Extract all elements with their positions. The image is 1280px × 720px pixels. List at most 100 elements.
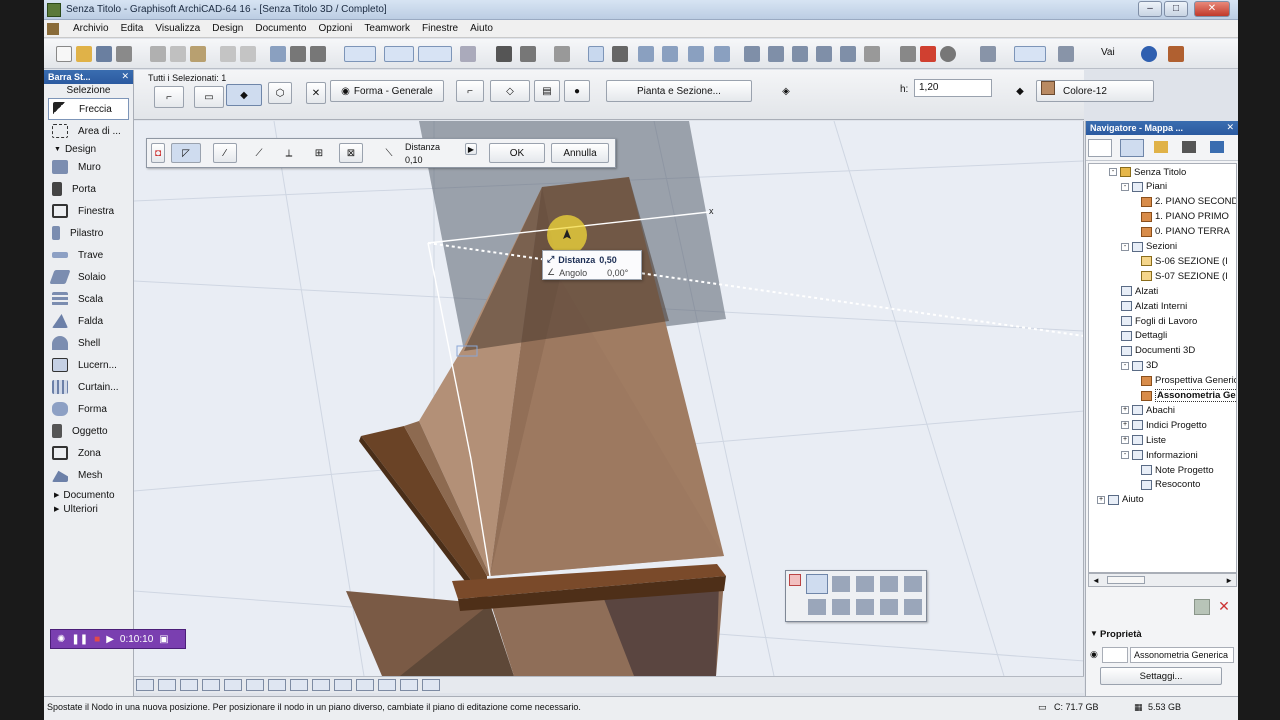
special-snap-icon[interactable] [806, 574, 828, 594]
rotate-icon[interactable] [714, 46, 730, 62]
publisher-icon[interactable] [1182, 141, 1196, 153]
distribute-icon[interactable] [520, 46, 536, 62]
snap-center-icon[interactable] [808, 599, 826, 615]
tool-shell[interactable]: Shell [44, 332, 133, 354]
elevate-icon[interactable] [638, 46, 654, 62]
magic-wand-icon[interactable] [344, 46, 376, 62]
tree-item[interactable]: Prospettiva Generica [1141, 374, 1236, 388]
3d-window-icon[interactable] [1014, 46, 1046, 62]
tree-item[interactable]: - Piani [1121, 180, 1167, 194]
snap-pen-icon[interactable] [904, 576, 922, 592]
snap-fraction-icon[interactable] [856, 599, 874, 615]
view-name-field[interactable]: Assonometria Generica [1130, 647, 1234, 663]
minimize-button[interactable]: – [1138, 1, 1162, 17]
cutaway-icon[interactable] [356, 679, 374, 691]
save-icon[interactable] [96, 46, 112, 62]
chamfer-icon[interactable]: ⟂ [277, 143, 301, 163]
tree-item[interactable]: + Indici Progetto [1121, 418, 1207, 432]
delete-icon[interactable]: ✕ [1216, 599, 1232, 615]
zoom-in-icon[interactable] [224, 679, 242, 691]
open-folder-icon[interactable] [76, 46, 92, 62]
menu-design[interactable]: Design [212, 23, 243, 34]
settaggi-button[interactable]: Settaggi... [1100, 667, 1222, 685]
transform-icon[interactable]: ⊠ [339, 143, 363, 163]
sphere-icon[interactable] [940, 46, 956, 62]
polygon-icon[interactable]: ◇ [490, 80, 530, 102]
zoom-window-icon[interactable] [158, 679, 176, 691]
find-select-icon[interactable] [270, 46, 286, 62]
tree-item[interactable]: - Sezioni [1121, 240, 1177, 254]
geometry-method-icon[interactable]: ⌐ [154, 86, 184, 108]
print-icon[interactable] [116, 46, 132, 62]
tool-oggetto[interactable]: Oggetto [44, 420, 133, 442]
tree-item[interactable]: Alzati Interni [1121, 299, 1187, 313]
drag-node-icon[interactable]: ◸ [171, 143, 201, 163]
tree-item[interactable]: S-06 SEZIONE (I [1141, 254, 1228, 268]
tree-item[interactable]: 1. PIANO PRIMO [1141, 210, 1229, 224]
tracker-angolo-value[interactable]: 0,00° [607, 268, 628, 278]
tool-curtain-wall[interactable]: Curtain... [44, 376, 133, 398]
document-menu-icon[interactable] [47, 23, 59, 35]
eraser-icon[interactable]: ◆ [226, 84, 262, 106]
tree-item[interactable]: Documenti 3D [1121, 344, 1195, 358]
tree-item[interactable]: Fogli di Lavoro [1121, 314, 1197, 328]
tool-finestra[interactable]: Finestra [44, 200, 133, 222]
pianta-sezione-button[interactable]: Pianta e Sezione... [606, 80, 752, 102]
layout-book-icon[interactable] [1154, 141, 1168, 153]
tree-item[interactable]: + Abachi [1121, 403, 1175, 417]
offset-edge-icon[interactable]: ∕ [213, 143, 237, 163]
tool-falda[interactable]: Falda [44, 310, 133, 332]
tree-item[interactable]: Note Progetto [1141, 463, 1214, 477]
ok-button[interactable]: OK [489, 143, 545, 163]
pan-icon[interactable] [268, 679, 286, 691]
scrollbar-thumb[interactable] [1107, 576, 1145, 584]
crossed-lines-icon[interactable]: ✕ [306, 82, 326, 104]
group-icon[interactable] [554, 46, 570, 62]
expand-icon[interactable]: + [1121, 421, 1129, 430]
new-file-icon[interactable] [56, 46, 72, 62]
view-map-icon[interactable] [1120, 139, 1144, 157]
next-zoom-icon[interactable] [202, 679, 220, 691]
collapse-icon[interactable]: - [1121, 182, 1129, 191]
triangle-down-icon[interactable]: ▼ [1090, 629, 1098, 638]
distanza-value[interactable]: 0,10 [405, 155, 423, 165]
collapse-icon[interactable]: - [1109, 168, 1117, 176]
group-design[interactable]: ▼ Design [44, 142, 133, 156]
3d-viewport[interactable]: x [134, 121, 1084, 676]
curve-edge-icon[interactable]: ⟋ [247, 143, 271, 163]
walk-mode-icon[interactable] [334, 679, 352, 691]
tracker-distanza-value[interactable]: 0,50 [599, 255, 617, 265]
expand-icon[interactable]: + [1121, 406, 1129, 415]
cut-icon[interactable] [150, 46, 166, 62]
horizontal-scrollbar[interactable]: ◄ ► [1088, 573, 1237, 587]
stretch-icon[interactable]: ⊞ [307, 143, 331, 163]
tree-item[interactable]: - Informazioni [1121, 448, 1198, 462]
tool-lucernario[interactable]: Lucern... [44, 354, 133, 376]
maximize-button[interactable]: □ [1164, 1, 1188, 17]
globe-icon[interactable] [1141, 46, 1157, 62]
rectangle-method-icon[interactable]: ▭ [194, 86, 224, 108]
frame-icon[interactable]: ▤ [534, 80, 560, 102]
close-icon[interactable]: ◘ [151, 143, 165, 163]
mirror-icon[interactable] [744, 46, 760, 62]
snap-perpendicular-icon[interactable] [856, 576, 874, 592]
tool-forma[interactable]: Forma [44, 398, 133, 420]
menu-documento[interactable]: Documento [255, 23, 306, 34]
visibility-icon[interactable]: ◉ [1090, 649, 1098, 660]
forma-generale-dropdown[interactable]: ◉ Forma - Generale [330, 80, 444, 102]
edge-profile-icon[interactable]: ⌐ [456, 80, 484, 102]
snap-edge-icon[interactable] [880, 576, 898, 592]
lock-icon[interactable] [612, 46, 628, 62]
new-view-icon[interactable] [1194, 599, 1210, 615]
pause-icon[interactable]: ❚❚ [71, 634, 88, 645]
snap-divide-icon[interactable] [880, 599, 898, 615]
eyedropper-icon[interactable] [290, 46, 306, 62]
tool-solaio[interactable]: Solaio [44, 266, 133, 288]
tool-trave[interactable]: Trave [44, 244, 133, 266]
stop-icon[interactable]: ■ [94, 634, 100, 645]
orbit-icon[interactable] [290, 679, 308, 691]
pen-icon[interactable] [920, 46, 936, 62]
collapse-icon[interactable]: - [1121, 242, 1129, 251]
close-button[interactable]: ✕ [1194, 1, 1230, 17]
intersect-icon[interactable] [816, 46, 832, 62]
